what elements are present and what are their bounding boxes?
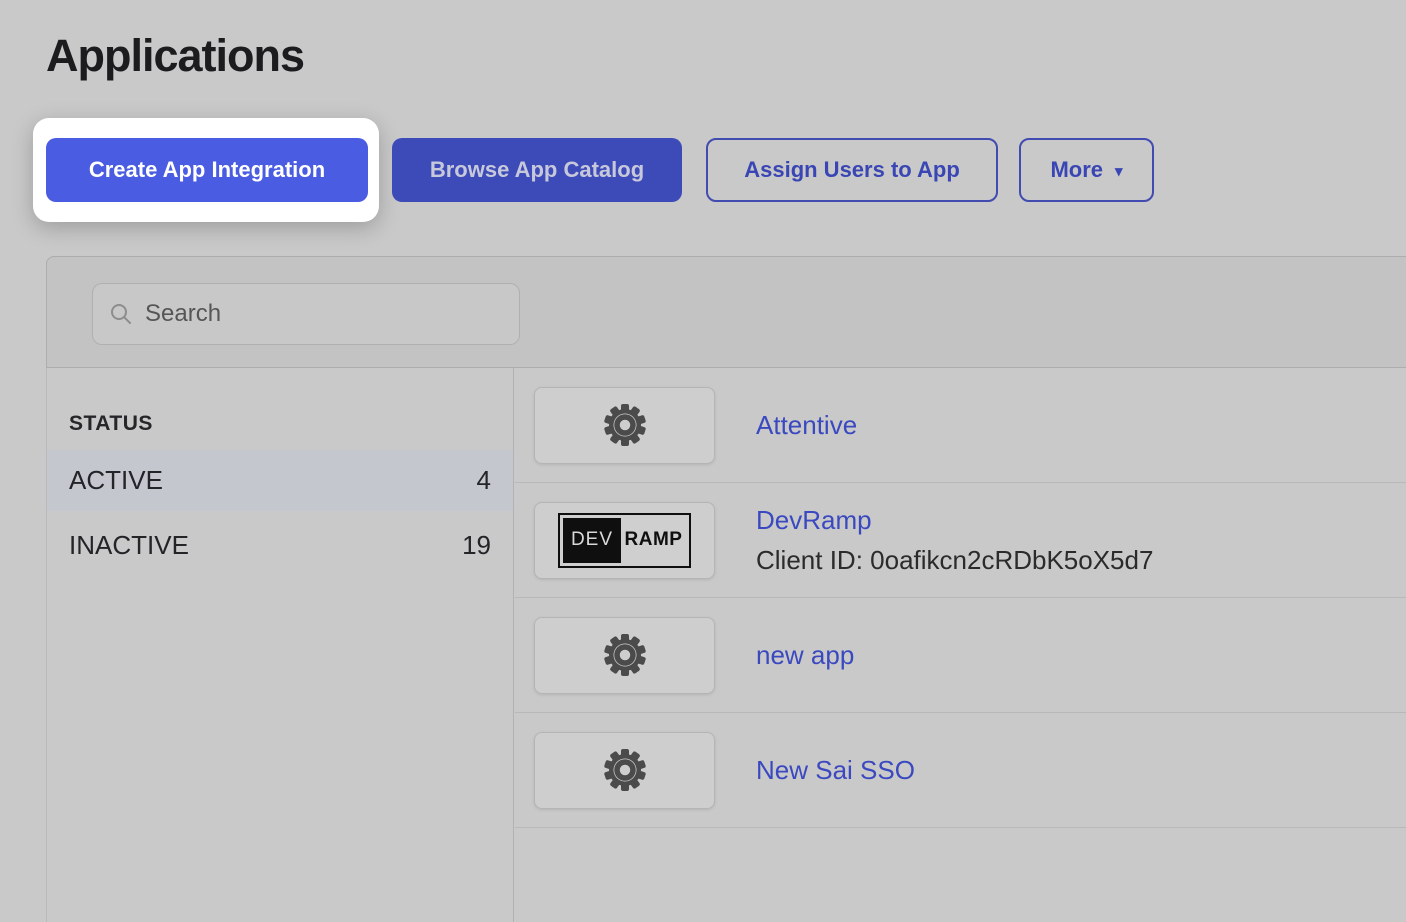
gear-icon	[600, 630, 650, 680]
app-link[interactable]: new app	[756, 640, 854, 671]
gear-icon	[600, 745, 650, 795]
client-id-text: Client ID: 0oafikcn2cRDbK5oX5d7	[756, 545, 1153, 576]
more-button[interactable]: More ▾	[1019, 138, 1154, 202]
status-filter-sidebar: STATUS ACTIVE 4 INACTIVE 19	[46, 368, 514, 922]
assign-users-to-app-button[interactable]: Assign Users to App	[706, 138, 998, 202]
search-input[interactable]	[145, 300, 503, 328]
app-row-new-app: new app	[515, 598, 1406, 713]
search-box[interactable]	[92, 283, 520, 345]
filter-row-inactive[interactable]: INACTIVE 19	[47, 515, 513, 576]
devramp-logo-right: RAMP	[621, 518, 686, 563]
app-icon-card	[534, 387, 715, 464]
browse-app-catalog-button[interactable]: Browse App Catalog	[392, 138, 682, 202]
more-button-label: More	[1050, 157, 1103, 183]
app-icon-card	[534, 732, 715, 809]
app-row-devramp: DEV RAMP DevRamp Client ID: 0oafikcn2cRD…	[515, 483, 1406, 598]
filter-label: ACTIVE	[69, 465, 163, 496]
applications-toolbar	[46, 256, 1406, 368]
filter-count: 19	[462, 530, 491, 561]
app-row-attentive: Attentive	[515, 368, 1406, 483]
devramp-logo: DEV RAMP	[558, 513, 691, 568]
devramp-logo-left: DEV	[563, 518, 621, 563]
status-filter-header: STATUS	[47, 412, 513, 436]
page-title: Applications	[46, 30, 304, 82]
caret-down-icon: ▾	[1115, 164, 1123, 179]
app-list: Attentive DEV RAMP DevRamp Client ID: 0o…	[515, 368, 1406, 922]
create-app-integration-button[interactable]: Create App Integration	[46, 138, 368, 202]
app-link[interactable]: New Sai SSO	[756, 755, 915, 786]
filter-label: INACTIVE	[69, 530, 189, 561]
app-icon-card	[534, 617, 715, 694]
filter-count: 4	[477, 465, 491, 496]
app-icon-card: DEV RAMP	[534, 502, 715, 579]
app-row-new-sai-sso: New Sai SSO	[515, 713, 1406, 828]
filter-row-active[interactable]: ACTIVE 4	[47, 450, 513, 511]
app-link[interactable]: DevRamp	[756, 505, 1153, 536]
gear-icon	[600, 400, 650, 450]
search-icon	[109, 302, 133, 326]
app-link[interactable]: Attentive	[756, 410, 857, 441]
